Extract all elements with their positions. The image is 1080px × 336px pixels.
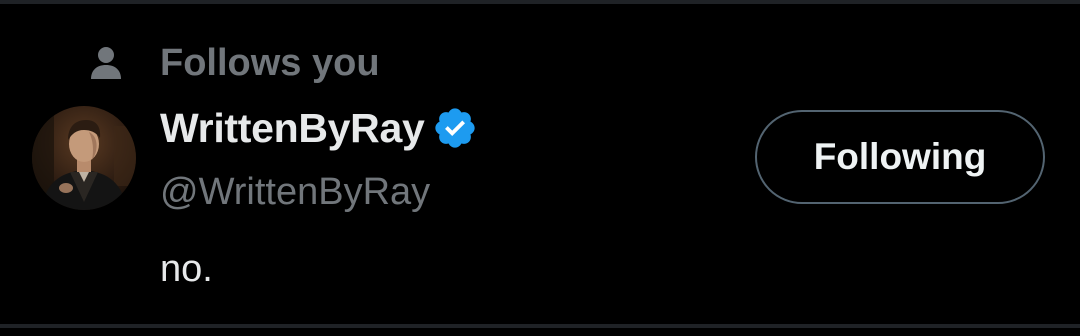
bottom-divider <box>0 324 1080 328</box>
following-button[interactable]: Following <box>755 110 1045 204</box>
person-icon <box>91 47 121 79</box>
verified-badge-icon <box>435 108 476 148</box>
follows-you-label: Follows you <box>160 42 380 84</box>
user-bio: no. <box>160 248 213 290</box>
top-divider <box>0 0 1080 4</box>
name-row: WrittenByRay <box>160 104 478 152</box>
display-name[interactable]: WrittenByRay <box>160 104 425 152</box>
user-handle[interactable]: @WrittenByRay <box>160 169 430 215</box>
avatar[interactable] <box>32 106 136 210</box>
follows-you-indicator: Follows you <box>90 40 380 86</box>
